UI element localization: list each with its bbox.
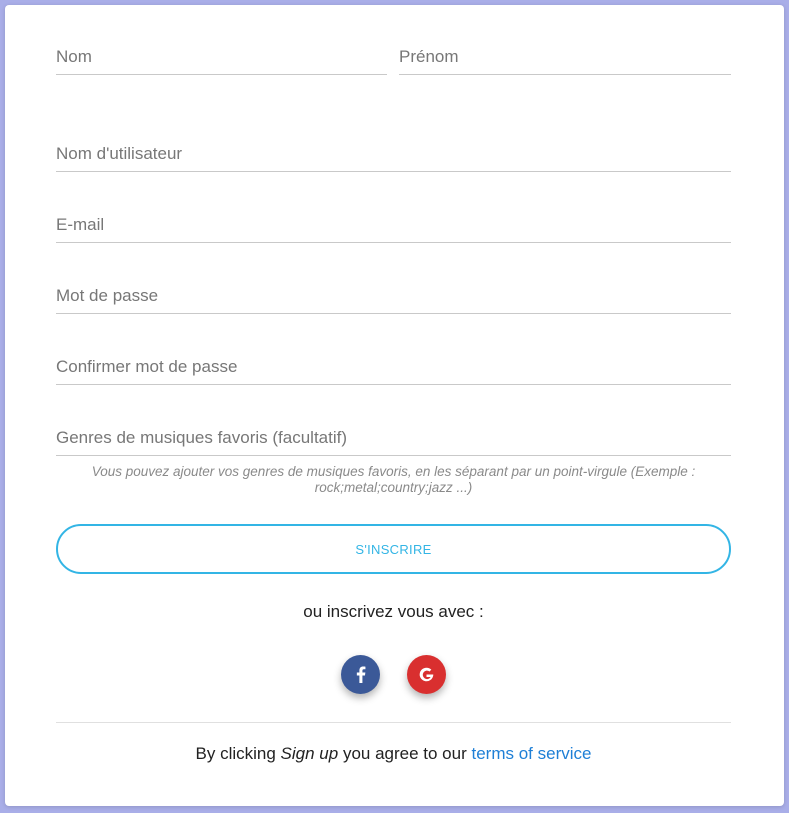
facebook-icon bbox=[356, 666, 365, 683]
username-field bbox=[56, 128, 731, 172]
first-name-input[interactable] bbox=[399, 46, 731, 68]
password-field bbox=[56, 270, 731, 314]
genres-hint: Vous pouvez ajouter vos genres de musiqu… bbox=[91, 464, 696, 495]
terms-prefix: By clicking bbox=[195, 744, 281, 763]
signup-button[interactable]: S'INSCRIRE bbox=[56, 524, 731, 574]
divider bbox=[56, 722, 731, 723]
terms-middle: you agree to our bbox=[338, 744, 472, 763]
terms-of-service-link[interactable]: terms of service bbox=[471, 744, 591, 763]
email-input[interactable] bbox=[56, 214, 731, 236]
facebook-signup-button[interactable] bbox=[341, 655, 380, 694]
confirm-password-field bbox=[56, 341, 731, 385]
signup-card: Vous pouvez ajouter vos genres de musiqu… bbox=[5, 5, 784, 806]
terms-emphasis: Sign up bbox=[280, 744, 339, 763]
terms-notice: By clicking Sign up you agree to our ter… bbox=[56, 744, 731, 764]
username-input[interactable] bbox=[56, 143, 731, 165]
first-name-field bbox=[399, 31, 731, 75]
google-signup-button[interactable] bbox=[407, 655, 446, 694]
email-field bbox=[56, 199, 731, 243]
last-name-field bbox=[56, 31, 387, 75]
social-signup-prompt: ou inscrivez vous avec : bbox=[303, 602, 484, 621]
genres-input[interactable] bbox=[56, 427, 731, 449]
google-icon bbox=[419, 667, 434, 682]
last-name-input[interactable] bbox=[56, 46, 387, 68]
genres-field bbox=[56, 412, 731, 456]
password-input[interactable] bbox=[56, 285, 731, 307]
confirm-password-input[interactable] bbox=[56, 356, 731, 378]
